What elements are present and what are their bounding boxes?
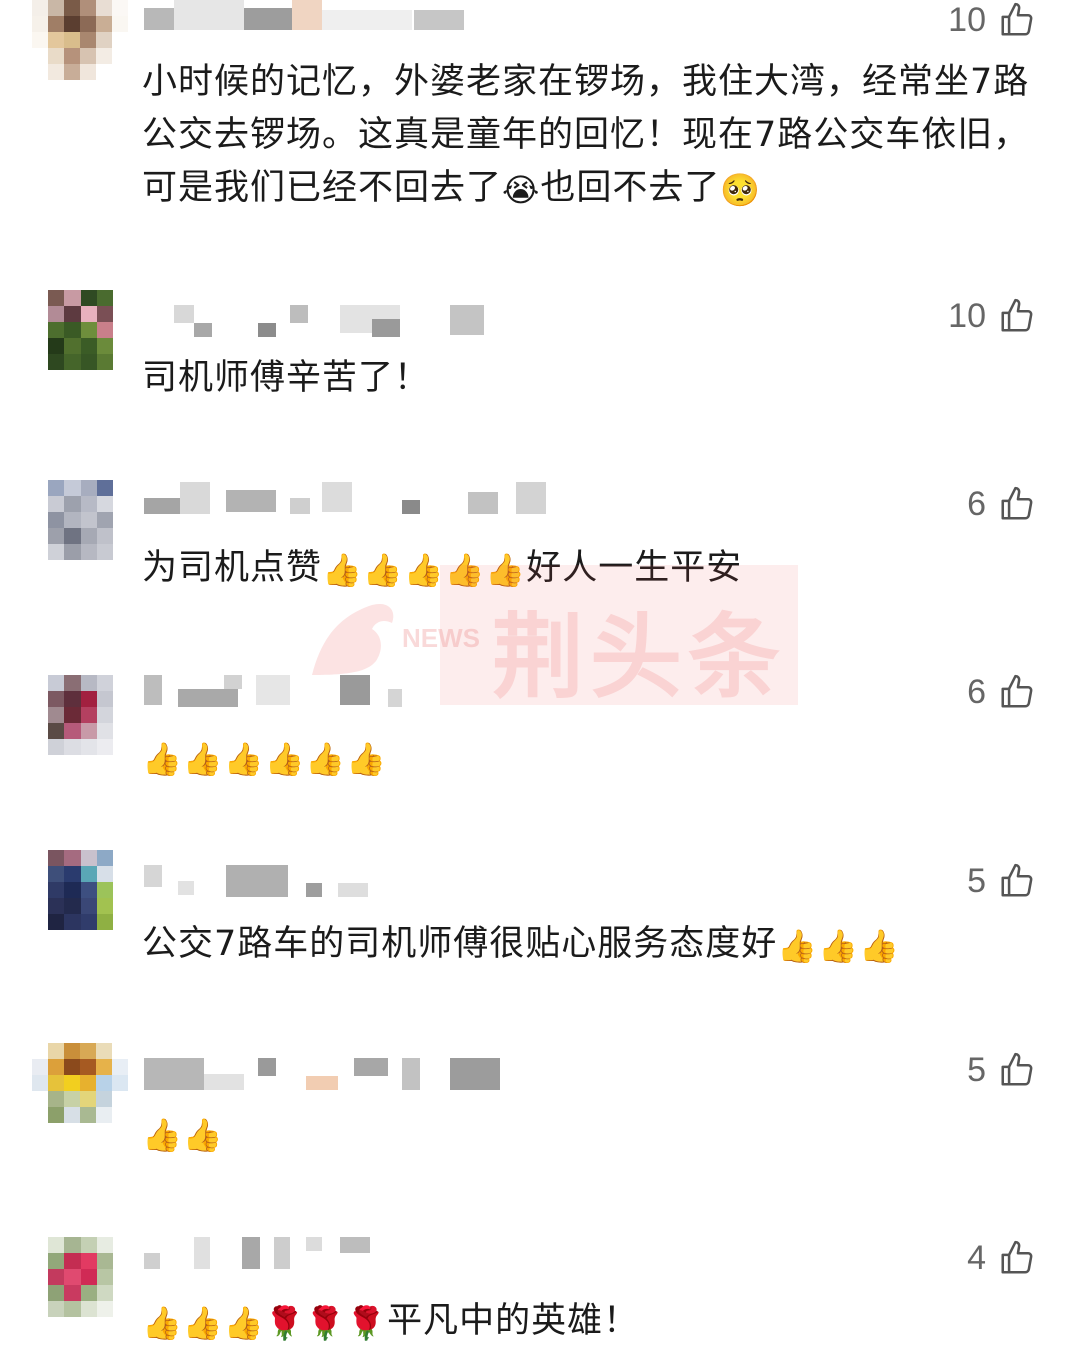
thumbs-up-icon (1001, 674, 1033, 708)
like-button[interactable]: 5 (967, 1050, 1036, 1090)
comment-text: 司机师傅辛苦了！ (142, 358, 431, 398)
watermark-news: NEWS (402, 623, 480, 653)
thumbs-up-icon (1001, 2, 1033, 36)
comment-text: 小时候的记忆，外婆老家在锣场，我住大湾，经常坐7路公交去锣场。这真是童年的回忆！… (142, 56, 1042, 215)
thumbs-up-icon (1001, 1240, 1033, 1274)
like-count: 10 (948, 0, 986, 39)
avatar[interactable] (48, 1237, 113, 1317)
like-button[interactable]: 10 (948, 0, 1036, 40)
comment-body: 为司机点赞 (142, 548, 323, 588)
comment-body-tail: 平凡中的英雄！ (387, 1301, 640, 1341)
thumbs-up-icon (1001, 863, 1033, 897)
thumbs-up-emoji-row: 👍👍👍 (777, 927, 900, 965)
like-button[interactable]: 6 (967, 672, 1036, 712)
thumbs-up-emoji-row: 👍👍👍👍👍 (322, 551, 527, 589)
like-button[interactable]: 10 (948, 296, 1036, 336)
pleading-emoji: 🥺 (720, 171, 762, 209)
thumbs-up-icon (1001, 486, 1033, 520)
avatar[interactable] (48, 850, 113, 930)
thumbs-up-emoji-row: 👍👍👍👍👍👍 (142, 740, 388, 778)
username-blurred[interactable] (144, 482, 546, 514)
username-blurred[interactable] (144, 1058, 504, 1090)
comment-body-tail: 好人一生平安 (526, 548, 743, 588)
avatar[interactable] (48, 480, 113, 560)
crying-emoji: 😭 (502, 171, 541, 209)
like-button[interactable]: 4 (967, 1238, 1036, 1278)
thumbs-up-icon (1001, 298, 1033, 332)
username-blurred[interactable] (144, 675, 504, 707)
comment-body: 公交7路车的司机师傅很贴心服务态度好 (142, 924, 778, 964)
watermark-brand: 荆头条 (492, 604, 787, 711)
username-blurred[interactable] (144, 1237, 504, 1269)
avatar[interactable] (32, 1043, 128, 1123)
avatar[interactable] (48, 675, 113, 755)
comment-text: 👍👍 (142, 1107, 1042, 1160)
like-count: 5 (967, 861, 986, 900)
avatar[interactable] (48, 290, 113, 370)
username-blurred[interactable] (144, 0, 504, 30)
username-blurred[interactable] (144, 305, 504, 337)
avatar[interactable] (32, 0, 128, 80)
like-count: 6 (967, 484, 986, 523)
like-count: 10 (948, 296, 986, 335)
comment-body-tail: 也回不去了 (540, 168, 721, 208)
like-count: 6 (967, 672, 986, 711)
like-button[interactable]: 6 (967, 484, 1036, 524)
comment-text: 为司机点赞👍👍👍👍👍好人一生平安 (142, 542, 1042, 595)
comment-text: 👍👍👍👍👍👍 (142, 731, 1042, 784)
like-count: 4 (967, 1238, 986, 1277)
username-blurred[interactable] (144, 865, 504, 897)
thumbs-up-icon (1001, 1052, 1033, 1086)
like-count: 5 (967, 1050, 986, 1089)
rose-emoji-row: 🌹🌹🌹 (264, 1304, 388, 1342)
comment-text: 👍👍👍🌹🌹🌹平凡中的英雄！ (142, 1295, 1042, 1348)
like-button[interactable]: 5 (967, 861, 1036, 901)
thumbs-up-emoji-row: 👍👍👍 (142, 1304, 265, 1342)
thumbs-up-emoji-row: 👍👍 (142, 1116, 224, 1154)
comment-text: 公交7路车的司机师傅很贴心服务态度好👍👍👍 (142, 918, 1042, 971)
